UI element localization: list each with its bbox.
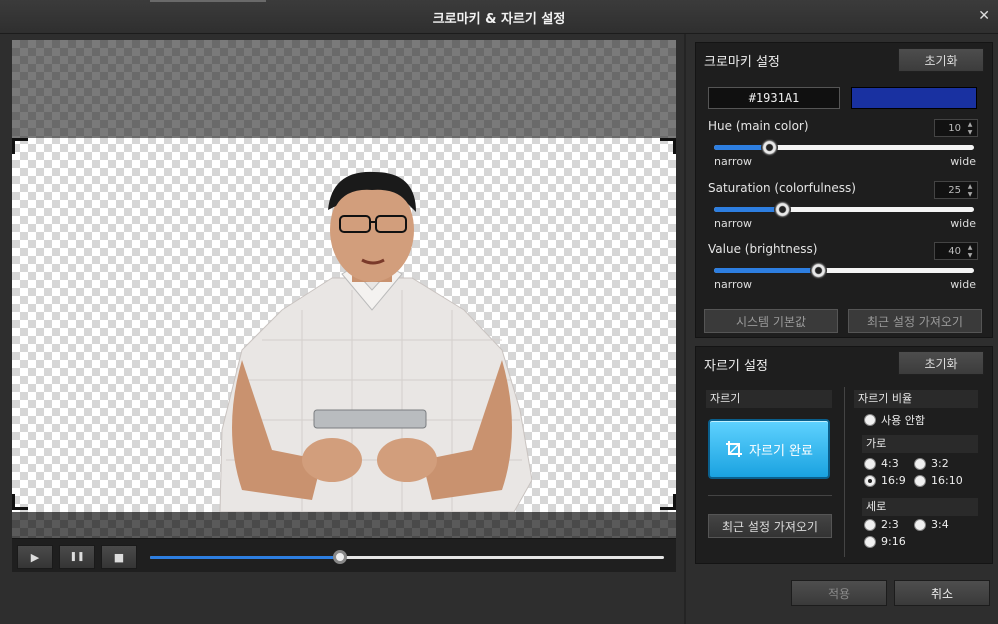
hue-slider[interactable] bbox=[714, 139, 974, 156]
value-label: Value (brightness) bbox=[708, 242, 818, 256]
hue-wide-label: wide bbox=[950, 155, 976, 168]
seek-bar[interactable] bbox=[150, 550, 664, 564]
crop-reset-button[interactable]: 초기화 bbox=[898, 351, 984, 375]
value-value: 40 bbox=[948, 246, 961, 257]
color-swatch[interactable] bbox=[851, 87, 977, 109]
radio-dot-selected bbox=[864, 474, 876, 487]
ratio-16-10-label: 16:10 bbox=[931, 474, 963, 487]
ratio-3-4-radio[interactable]: 3:4 bbox=[914, 518, 949, 531]
crop-panel: 자르기 설정 초기화 자르기 자르기 완료 최근 설정 가져오기 자르기 비율 … bbox=[695, 346, 993, 564]
cropped-region-bottom bbox=[12, 512, 676, 538]
landscape-label: 가로 bbox=[862, 435, 978, 453]
ratio-3-2-label: 3:2 bbox=[931, 457, 949, 470]
radio-dot bbox=[914, 457, 926, 470]
stop-icon: ■ bbox=[113, 550, 125, 564]
ratio-2-3-label: 2:3 bbox=[881, 518, 899, 531]
radio-dot bbox=[864, 535, 876, 548]
hue-narrow-label: narrow bbox=[714, 155, 753, 168]
crop-section-label: 자르기 bbox=[706, 390, 832, 408]
hue-spinbox[interactable]: 10 ▲ ▼ bbox=[934, 119, 978, 137]
crop-vertical-separator bbox=[844, 387, 845, 557]
ratio-3-2-radio[interactable]: 3:2 bbox=[914, 457, 949, 470]
value-narrow-label: narrow bbox=[714, 278, 753, 291]
crop-done-button[interactable]: 자르기 완료 bbox=[708, 419, 830, 479]
cropped-region-top bbox=[12, 40, 676, 138]
spin-up-icon[interactable]: ▲ bbox=[965, 183, 975, 191]
ratio-16-10-radio[interactable]: 16:10 bbox=[914, 474, 963, 487]
cancel-button[interactable]: 취소 bbox=[894, 580, 990, 606]
radio-dot bbox=[914, 518, 926, 531]
radio-dot bbox=[864, 457, 876, 470]
crop-separator bbox=[708, 495, 832, 496]
ratio-9-16-radio[interactable]: 9:16 bbox=[864, 535, 906, 548]
ratio-16-9-label: 16:9 bbox=[881, 474, 906, 487]
saturation-narrow-label: narrow bbox=[714, 217, 753, 230]
video-preview bbox=[12, 40, 676, 512]
pause-button[interactable]: ❚❚ bbox=[59, 545, 95, 569]
ratio-none-label: 사용 안함 bbox=[881, 414, 925, 427]
pause-icon: ❚❚ bbox=[69, 552, 85, 562]
value-slider-fill bbox=[714, 268, 818, 273]
value-slider-handle[interactable] bbox=[810, 262, 827, 279]
saturation-spinbox[interactable]: 25 ▲ ▼ bbox=[934, 181, 978, 199]
saturation-wide-label: wide bbox=[950, 217, 976, 230]
radio-dot bbox=[864, 414, 876, 426]
saturation-slider-fill bbox=[714, 207, 782, 212]
apply-button[interactable]: 적용 bbox=[791, 580, 887, 606]
ratio-4-3-label: 4:3 bbox=[881, 457, 899, 470]
system-default-button[interactable]: 시스템 기본값 bbox=[704, 309, 838, 333]
spin-up-icon[interactable]: ▲ bbox=[965, 121, 975, 129]
ratio-none-radio[interactable]: 사용 안함 bbox=[864, 412, 925, 428]
radio-dot bbox=[914, 474, 926, 487]
close-icon[interactable]: ✕ bbox=[978, 8, 990, 24]
ratio-3-4-label: 3:4 bbox=[931, 518, 949, 531]
saturation-value: 25 bbox=[948, 185, 961, 196]
crop-handle-top-right[interactable] bbox=[660, 138, 676, 154]
title-bar: 크로마키 & 자르기 설정 ✕ bbox=[0, 0, 998, 34]
spin-down-icon[interactable]: ▼ bbox=[965, 252, 975, 260]
chroma-key-header: 크로마키 설정 bbox=[704, 55, 780, 70]
hue-slider-handle[interactable] bbox=[760, 139, 778, 156]
chroma-recent-settings-button[interactable]: 최근 설정 가져오기 bbox=[848, 309, 982, 333]
crop-recent-settings-button[interactable]: 최근 설정 가져오기 bbox=[708, 514, 832, 538]
hue-value: 10 bbox=[948, 123, 961, 134]
crop-ratio-label: 자르기 비율 bbox=[854, 390, 978, 408]
seek-bar-progress bbox=[150, 556, 341, 559]
saturation-label: Saturation (colorfulness) bbox=[708, 181, 856, 195]
play-button[interactable]: ▶ bbox=[17, 545, 53, 569]
saturation-slider[interactable] bbox=[714, 201, 974, 218]
play-icon: ▶ bbox=[30, 550, 40, 564]
ratio-16-9-radio[interactable]: 16:9 bbox=[864, 474, 906, 487]
portrait-label: 세로 bbox=[862, 498, 978, 516]
ratio-4-3-radio[interactable]: 4:3 bbox=[864, 457, 899, 470]
crop-icon bbox=[726, 441, 743, 457]
crop-handle-bottom-right[interactable] bbox=[660, 494, 676, 510]
panel-divider bbox=[684, 34, 686, 624]
ratio-2-3-radio[interactable]: 2:3 bbox=[864, 518, 899, 531]
stop-button[interactable]: ■ bbox=[101, 545, 137, 569]
chroma-reset-button[interactable]: 초기화 bbox=[898, 48, 984, 72]
spin-down-icon[interactable]: ▼ bbox=[965, 129, 975, 137]
value-slider[interactable] bbox=[714, 262, 974, 279]
radio-dot bbox=[864, 518, 876, 531]
crop-header: 자르기 설정 bbox=[704, 359, 768, 374]
crop-handle-top-left[interactable] bbox=[12, 138, 28, 154]
ratio-9-16-label: 9:16 bbox=[881, 535, 906, 548]
value-wide-label: wide bbox=[950, 278, 976, 291]
value-spinbox[interactable]: 40 ▲ ▼ bbox=[934, 242, 978, 260]
saturation-slider-handle[interactable] bbox=[773, 201, 791, 218]
title-bar-accent bbox=[150, 0, 266, 2]
presenter-figure bbox=[219, 171, 532, 512]
spin-up-icon[interactable]: ▲ bbox=[965, 244, 975, 252]
hue-label: Hue (main color) bbox=[708, 119, 809, 133]
crop-done-label: 자르기 완료 bbox=[749, 443, 813, 459]
window-title: 크로마키 & 자르기 설정 bbox=[432, 12, 566, 27]
color-hex-input[interactable]: #1931A1 bbox=[708, 87, 840, 109]
chroma-key-panel: 크로마키 설정 초기화 #1931A1 Hue (main color) 10 ▲… bbox=[695, 42, 993, 338]
seek-bar-handle[interactable] bbox=[333, 550, 348, 564]
crop-handle-bottom-left[interactable] bbox=[12, 494, 28, 510]
playback-controls: ▶ ❚❚ ■ bbox=[12, 538, 676, 572]
spin-down-icon[interactable]: ▼ bbox=[965, 191, 975, 199]
